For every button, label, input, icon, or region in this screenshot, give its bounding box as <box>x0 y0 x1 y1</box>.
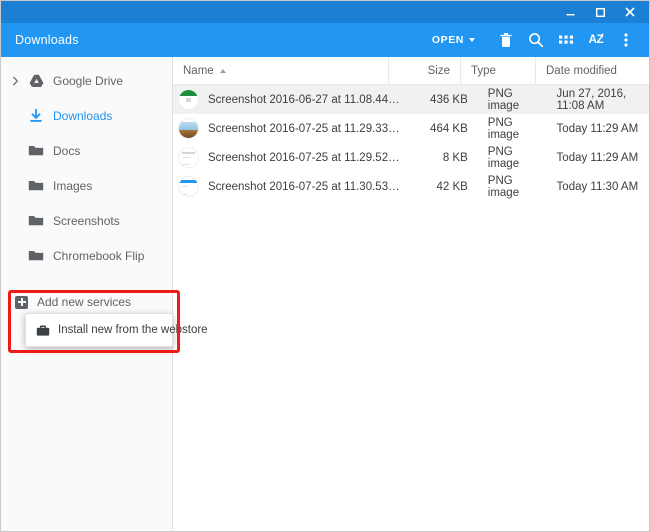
minimize-button[interactable] <box>555 1 585 23</box>
column-header-label: Name <box>183 65 214 77</box>
sort-ascending-icon <box>220 69 226 73</box>
maximize-icon <box>595 7 606 18</box>
chevron-down-icon <box>469 38 475 42</box>
sort-button[interactable]: AZ ↑ <box>581 25 611 55</box>
column-header-date-modified[interactable]: Date modified <box>536 57 649 85</box>
sort-az-icon: AZ ↑ <box>589 34 604 46</box>
table-row[interactable]: Screenshot 2016-07-25 at 11.29.52 AM.png… <box>173 143 649 172</box>
file-thumbnail-icon <box>178 118 199 139</box>
menu-item-label: Install new from the webstore <box>58 324 208 336</box>
file-size-cell: 42 KB <box>412 172 478 201</box>
table-row[interactable]: Screenshot 2016-06-27 at 11.08.44 AM.png… <box>173 85 649 114</box>
file-name-label: Screenshot 2016-07-25 at 11.29.33 AM.png <box>208 123 402 135</box>
column-header-size[interactable]: Size <box>389 57 461 85</box>
file-type-cell: PNG image <box>478 172 547 201</box>
file-name-cell: Screenshot 2016-06-27 at 11.08.44 AM.png <box>173 85 412 114</box>
add-new-services-label: Add new services <box>37 295 131 309</box>
file-name-cell: Screenshot 2016-07-25 at 11.29.52 AM.png <box>173 143 412 172</box>
file-name-label: Screenshot 2016-07-25 at 11.30.53 AM.png <box>208 181 402 193</box>
sidebar-item-label: Images <box>49 179 92 193</box>
file-thumbnail-icon <box>178 147 199 168</box>
file-date-cell: Jun 27, 2016, 11:08 AM <box>547 85 649 114</box>
more-options-button[interactable] <box>611 25 641 55</box>
column-header-label: Type <box>471 65 496 77</box>
chevron-right-icon[interactable] <box>7 73 23 89</box>
plus-square-icon <box>15 296 28 309</box>
delete-button[interactable] <box>491 25 521 55</box>
app-toolbar: Downloads OPEN <box>1 23 649 57</box>
add-services-popup-menu: Install new from the webstore <box>25 313 173 347</box>
sidebar-item-label: Screenshots <box>49 214 120 228</box>
app-body: Google Drive Downloads <box>1 57 649 531</box>
sidebar-item-label: Google Drive <box>49 74 123 88</box>
file-date-cell: Today 11:30 AM <box>547 172 649 201</box>
file-type-cell: PNG image <box>478 143 547 172</box>
table-row[interactable]: Screenshot 2016-07-25 at 11.30.53 AM.png… <box>173 172 649 201</box>
column-header-label: Date modified <box>546 65 617 77</box>
sidebar: Google Drive Downloads <box>1 57 173 531</box>
file-thumbnail-icon <box>178 89 199 110</box>
sort-arrow-icon: ↑ <box>601 31 605 40</box>
file-name-cell: Screenshot 2016-07-25 at 11.29.33 AM.png <box>173 114 412 143</box>
sidebar-item-label: Downloads <box>49 109 112 123</box>
window-titlebar <box>1 1 649 23</box>
sidebar-item-chromebook-flip[interactable]: Chromebook Flip <box>1 238 172 273</box>
file-name-label: Screenshot 2016-07-25 at 11.29.52 AM.png <box>208 152 402 164</box>
file-name-label: Screenshot 2016-06-27 at 11.08.44 AM.png <box>208 94 402 106</box>
folder-icon <box>23 141 49 161</box>
page-title: Downloads <box>15 33 426 47</box>
column-header-label: Size <box>428 65 450 77</box>
column-header-name[interactable]: Name <box>173 57 389 85</box>
folder-icon <box>23 211 49 231</box>
drive-icon <box>23 71 49 91</box>
menu-item-install-from-webstore[interactable]: Install new from the webstore <box>26 319 172 341</box>
minimize-icon <box>565 7 576 18</box>
file-list-header: Name Size Type Date modified <box>173 57 649 85</box>
close-button[interactable] <box>615 1 645 23</box>
trash-icon <box>499 32 513 48</box>
column-header-type[interactable]: Type <box>461 57 536 85</box>
sidebar-item-label: Docs <box>49 144 80 158</box>
sidebar-item-docs[interactable]: Docs <box>1 133 172 168</box>
sidebar-item-google-drive[interactable]: Google Drive <box>1 63 172 98</box>
sidebar-item-screenshots[interactable]: Screenshots <box>1 203 172 238</box>
sidebar-item-label: Chromebook Flip <box>49 249 144 263</box>
open-button[interactable]: OPEN <box>426 30 481 50</box>
file-size-cell: 464 KB <box>412 114 478 143</box>
close-icon <box>624 6 636 18</box>
grid-view-icon <box>559 35 573 46</box>
file-list-panel: Name Size Type Date modified Screenshot … <box>173 57 649 531</box>
file-type-cell: PNG image <box>478 114 547 143</box>
sidebar-item-images[interactable]: Images <box>1 168 172 203</box>
table-row[interactable]: Screenshot 2016-07-25 at 11.29.33 AM.png… <box>173 114 649 143</box>
open-button-label: OPEN <box>432 34 464 46</box>
files-app-window: Downloads OPEN <box>0 0 650 532</box>
download-icon <box>23 106 49 126</box>
file-size-cell: 8 KB <box>412 143 478 172</box>
file-date-cell: Today 11:29 AM <box>547 114 649 143</box>
briefcase-icon <box>35 322 51 338</box>
file-date-cell: Today 11:29 AM <box>547 143 649 172</box>
search-icon <box>528 32 544 48</box>
folder-icon <box>23 246 49 266</box>
file-type-cell: PNG image <box>478 85 547 114</box>
file-thumbnail-icon <box>178 176 199 197</box>
kebab-menu-icon <box>624 32 628 48</box>
search-button[interactable] <box>521 25 551 55</box>
folder-icon <box>23 176 49 196</box>
sidebar-item-downloads[interactable]: Downloads <box>1 98 172 133</box>
maximize-button[interactable] <box>585 1 615 23</box>
file-name-cell: Screenshot 2016-07-25 at 11.30.53 AM.png <box>173 172 412 201</box>
add-new-services-button[interactable]: Add new services <box>15 295 131 309</box>
view-toggle-button[interactable] <box>551 25 581 55</box>
file-size-cell: 436 KB <box>412 85 478 114</box>
